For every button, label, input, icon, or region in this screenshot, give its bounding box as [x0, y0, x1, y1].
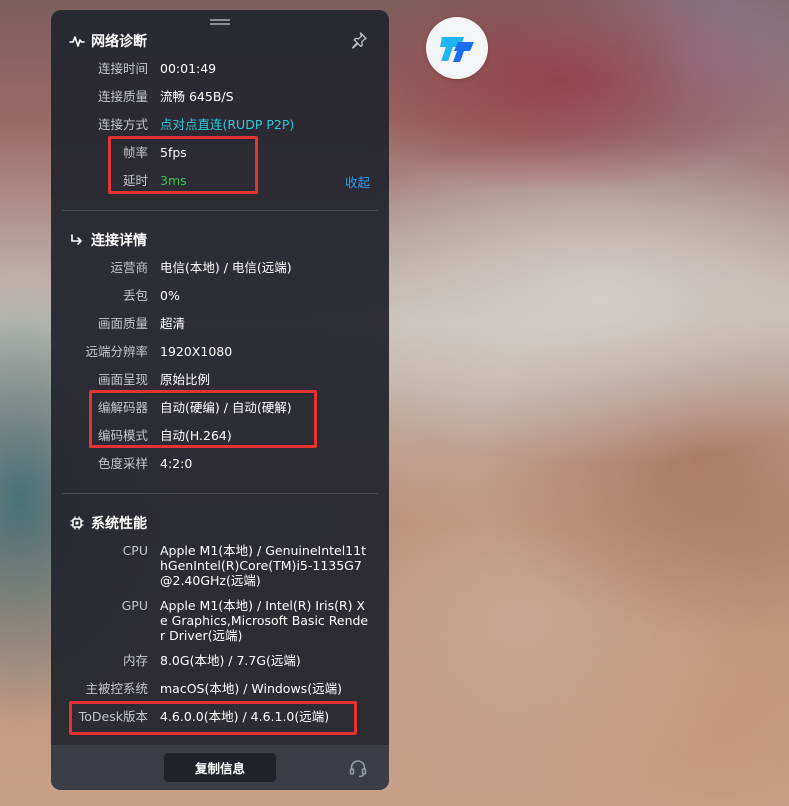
row-label: 色度采样 — [97, 456, 148, 471]
details-title: 连接详情 — [91, 233, 147, 249]
row-value: 00:01:49 — [160, 61, 217, 76]
row-label: 内存 — [122, 653, 148, 668]
row-value: Apple M1(本地) / GenuineIntel11thGenIntel(… — [160, 543, 366, 588]
row-label: 运营商 — [110, 260, 148, 275]
drag-handle[interactable] — [210, 19, 230, 25]
row-label: 连接方式 — [97, 117, 148, 132]
row-value: 电信(本地) / 电信(远端) — [160, 260, 292, 275]
arrow-turn-icon — [69, 232, 85, 248]
row-value: 原始比例 — [160, 372, 211, 387]
row-value: Apple M1(本地) / Intel(R) Iris(R) Xe Graph… — [160, 598, 369, 643]
row-value: 流畅 645B/S — [160, 89, 234, 104]
details-section-title: 连接详情 — [69, 230, 147, 250]
row-label: GPU — [121, 598, 148, 613]
pulse-icon — [69, 33, 85, 49]
pin-icon[interactable] — [350, 31, 368, 49]
collapse-link[interactable]: 收起 — [345, 172, 370, 191]
row-value: 0% — [160, 288, 180, 303]
headset-icon[interactable] — [348, 758, 368, 778]
row-value: 4:2:0 — [160, 456, 193, 471]
row-label: 画面质量 — [97, 316, 148, 331]
row-label: CPU — [122, 543, 148, 558]
row-label: 连接时间 — [97, 61, 148, 76]
highlight-box — [69, 701, 357, 735]
row-label: 连接质量 — [97, 89, 148, 104]
row-label: 丢包 — [122, 288, 148, 303]
todesk-app-icon[interactable] — [426, 17, 488, 79]
row-value: 1920X1080 — [160, 344, 233, 359]
row-label: 远端分辨率 — [85, 344, 148, 359]
diagnostics-panel: 网络诊断 连接时间 00:01:49 连接质量 流畅 645B/S 连接方式 点… — [51, 10, 389, 790]
highlight-box — [108, 136, 258, 194]
copy-info-button[interactable]: 复制信息 — [164, 753, 276, 782]
row-value: 8.0G(本地) / 7.7G(远端) — [160, 653, 301, 668]
system-section-title: 系统性能 — [69, 513, 147, 533]
row-label: 主被控系统 — [85, 681, 148, 696]
todesk-logo-icon — [440, 37, 474, 62]
panel-footer: 复制信息 — [51, 745, 389, 790]
network-section-title: 网络诊断 — [69, 31, 147, 51]
row-value: 超清 — [160, 316, 186, 331]
network-title: 网络诊断 — [91, 34, 147, 50]
divider — [62, 210, 378, 211]
system-title: 系统性能 — [91, 516, 147, 532]
row-value: 点对点直连(RUDP P2P) — [160, 117, 295, 132]
chip-icon — [69, 515, 85, 531]
highlight-box — [89, 390, 317, 448]
row-value: macOS(本地) / Windows(远端) — [160, 681, 342, 696]
row-label: 画面呈现 — [97, 372, 148, 387]
divider — [62, 493, 378, 494]
